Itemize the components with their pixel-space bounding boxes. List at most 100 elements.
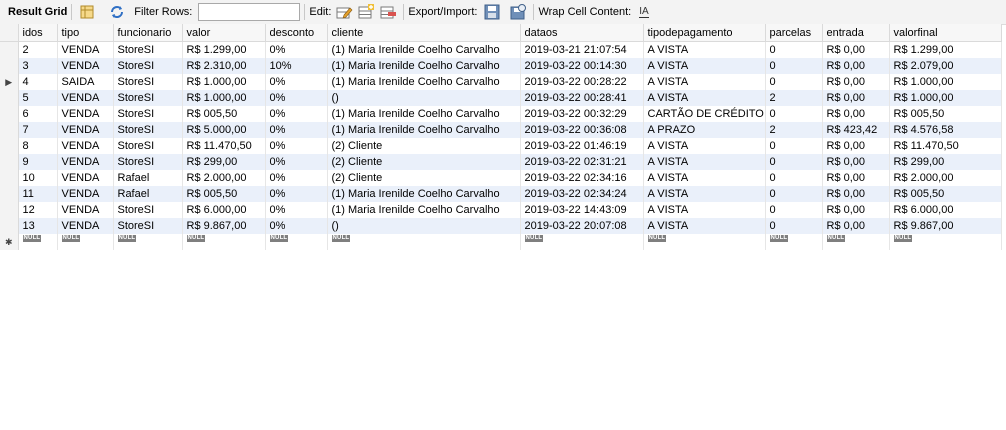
cell-valorfinal[interactable]: R$ 4.576,58	[889, 122, 1002, 138]
cell-funcionario[interactable]: StoreSI	[113, 218, 183, 234]
cell-parcelas[interactable]: 0	[765, 186, 823, 202]
column-header-valorfinal[interactable]: valorfinal	[889, 24, 1002, 42]
cell-tipodepagamento[interactable]: A VISTA	[643, 186, 766, 202]
cell-desconto[interactable]: 10%	[265, 58, 328, 74]
cell-funcionario[interactable]: StoreSI	[113, 58, 183, 74]
cell-idos[interactable]: 8	[18, 138, 58, 154]
cell-funcionario[interactable]: StoreSI	[113, 106, 183, 122]
cell-parcelas[interactable]: 0	[765, 154, 823, 170]
cell-funcionario[interactable]: StoreSI	[113, 90, 183, 106]
cell-entrada[interactable]: R$ 0,00	[822, 186, 890, 202]
cell-cliente[interactable]: (1) Maria Irenilde Coelho Carvalho	[327, 106, 521, 122]
cell-valorfinal[interactable]: R$ 005,50	[889, 186, 1002, 202]
cell-desconto[interactable]: 0%	[265, 218, 328, 234]
cell-cliente[interactable]: (1) Maria Irenilde Coelho Carvalho	[327, 202, 521, 218]
cell-idos[interactable]: 11	[18, 186, 58, 202]
cell-tipo[interactable]: VENDA	[57, 58, 114, 74]
table-row[interactable]: 9 VENDA StoreSI R$ 299,00 0% (2) Cliente 2019-…	[0, 154, 1002, 170]
cell-valorfinal[interactable]: R$ 11.470,50	[889, 138, 1002, 154]
cell-idos[interactable]: 12	[18, 202, 58, 218]
row-header[interactable]: ▶	[0, 74, 19, 90]
cell-valor[interactable]: R$ 1.000,00	[182, 90, 266, 106]
cell-funcionario[interactable]: Rafael	[113, 170, 183, 186]
add-row-icon[interactable]	[357, 3, 375, 21]
cell-parcelas[interactable]: 0	[765, 202, 823, 218]
cell-parcelas[interactable]: 0	[765, 106, 823, 122]
cell-desconto[interactable]: 0%	[265, 122, 328, 138]
cell-desconto[interactable]: NULL	[265, 234, 328, 250]
cell-tipo[interactable]: VENDA	[57, 202, 114, 218]
cell-desconto[interactable]: 0%	[265, 154, 328, 170]
cell-funcionario[interactable]: StoreSI	[113, 202, 183, 218]
column-header-entrada[interactable]: entrada	[822, 24, 890, 42]
cell-desconto[interactable]: 0%	[265, 106, 328, 122]
cell-dataos[interactable]: 2019-03-22 00:28:22	[520, 74, 644, 90]
cell-entrada[interactable]: R$ 0,00	[822, 138, 890, 154]
result-grid-title[interactable]: Result Grid	[8, 6, 67, 18]
cell-valorfinal[interactable]: R$ 005,50	[889, 106, 1002, 122]
row-header[interactable]	[0, 122, 19, 138]
cell-valorfinal[interactable]: R$ 1.000,00	[889, 90, 1002, 106]
column-header-funcionario[interactable]: funcionario	[113, 24, 183, 42]
cell-entrada[interactable]: R$ 0,00	[822, 90, 890, 106]
cell-desconto[interactable]: 0%	[265, 202, 328, 218]
cell-valorfinal[interactable]: R$ 6.000,00	[889, 202, 1002, 218]
wrap-icon[interactable]: IA	[639, 6, 649, 18]
row-header[interactable]	[0, 186, 19, 202]
cell-parcelas[interactable]: 0	[765, 41, 823, 58]
table-row[interactable]: ▶ 4 SAIDA StoreSI R$ 1.000,00 0% (1) Maria Ire…	[0, 74, 1002, 90]
cell-valor[interactable]: R$ 9.867,00	[182, 218, 266, 234]
cell-tipo[interactable]: VENDA	[57, 138, 114, 154]
row-header[interactable]	[0, 138, 19, 154]
table-row[interactable]: 5 VENDA StoreSI R$ 1.000,00 0%() 2019-03-22 0…	[0, 90, 1002, 106]
cell-entrada[interactable]: R$ 0,00	[822, 74, 890, 90]
column-header-valor[interactable]: valor	[182, 24, 266, 42]
cell-valorfinal[interactable]: R$ 1.299,00	[889, 41, 1002, 58]
cell-valorfinal[interactable]: NULL	[889, 234, 1002, 250]
cell-valorfinal[interactable]: R$ 2.079,00	[889, 58, 1002, 74]
cell-funcionario[interactable]: Rafael	[113, 186, 183, 202]
cell-valorfinal[interactable]: R$ 2.000,00	[889, 170, 1002, 186]
cell-idos[interactable]: 6	[18, 106, 58, 122]
row-header[interactable]	[0, 41, 19, 58]
delete-row-icon[interactable]	[379, 3, 397, 21]
cell-parcelas[interactable]: 0	[765, 218, 823, 234]
cell-parcelas[interactable]: 0	[765, 58, 823, 74]
cell-tipo[interactable]: NULL	[57, 234, 114, 250]
cell-funcionario[interactable]: StoreSI	[113, 41, 183, 58]
cell-cliente[interactable]: ()	[327, 90, 521, 106]
cell-funcionario[interactable]: StoreSI	[113, 154, 183, 170]
cell-desconto[interactable]: 0%	[265, 138, 328, 154]
cell-dataos[interactable]: 2019-03-22 02:34:24	[520, 186, 644, 202]
cell-tipodepagamento[interactable]: A VISTA	[643, 41, 766, 58]
cell-tipo[interactable]: VENDA	[57, 41, 114, 58]
export-icon[interactable]	[483, 3, 501, 21]
cell-entrada[interactable]: R$ 0,00	[822, 41, 890, 58]
cell-valorfinal[interactable]: R$ 299,00	[889, 154, 1002, 170]
cell-desconto[interactable]: 0%	[265, 186, 328, 202]
refresh-icon[interactable]	[108, 3, 126, 21]
table-row[interactable]: 13 VENDA StoreSI R$ 9.867,00 0%() 2019-03-22 …	[0, 218, 1002, 234]
column-header-tipodepagamento[interactable]: tipodepagamento	[643, 24, 766, 42]
row-header[interactable]	[0, 202, 19, 218]
cell-valor[interactable]: R$ 2.310,00	[182, 58, 266, 74]
row-header[interactable]	[0, 154, 19, 170]
cell-valor[interactable]: R$ 6.000,00	[182, 202, 266, 218]
cell-dataos[interactable]: 2019-03-22 20:07:08	[520, 218, 644, 234]
table-row[interactable]: 8 VENDA StoreSI R$ 11.470,50 0% (2) Cliente 20…	[0, 138, 1002, 154]
cell-idos[interactable]: NULL	[18, 234, 58, 250]
cell-cliente[interactable]: (1) Maria Irenilde Coelho Carvalho	[327, 58, 521, 74]
cell-tipodepagamento[interactable]: A VISTA	[643, 90, 766, 106]
cell-cliente[interactable]: (1) Maria Irenilde Coelho Carvalho	[327, 41, 521, 58]
new-row[interactable]: ✱ NULL NULL NULL NULL NULL NULL NULL NULL NULL NUL…	[0, 234, 1002, 250]
form-view-icon[interactable]	[78, 3, 96, 21]
cell-tipodepagamento[interactable]: A VISTA	[643, 218, 766, 234]
cell-dataos[interactable]: 2019-03-22 02:34:16	[520, 170, 644, 186]
cell-tipodepagamento[interactable]: A VISTA	[643, 202, 766, 218]
column-header-tipo[interactable]: tipo	[57, 24, 114, 42]
cell-funcionario[interactable]: NULL	[113, 234, 183, 250]
cell-entrada[interactable]: R$ 0,00	[822, 202, 890, 218]
row-header[interactable]	[0, 106, 19, 122]
cell-tipodepagamento[interactable]: A PRAZO	[643, 122, 766, 138]
table-row[interactable]: 12 VENDA StoreSI R$ 6.000,00 0% (1) Maria Ire…	[0, 202, 1002, 218]
